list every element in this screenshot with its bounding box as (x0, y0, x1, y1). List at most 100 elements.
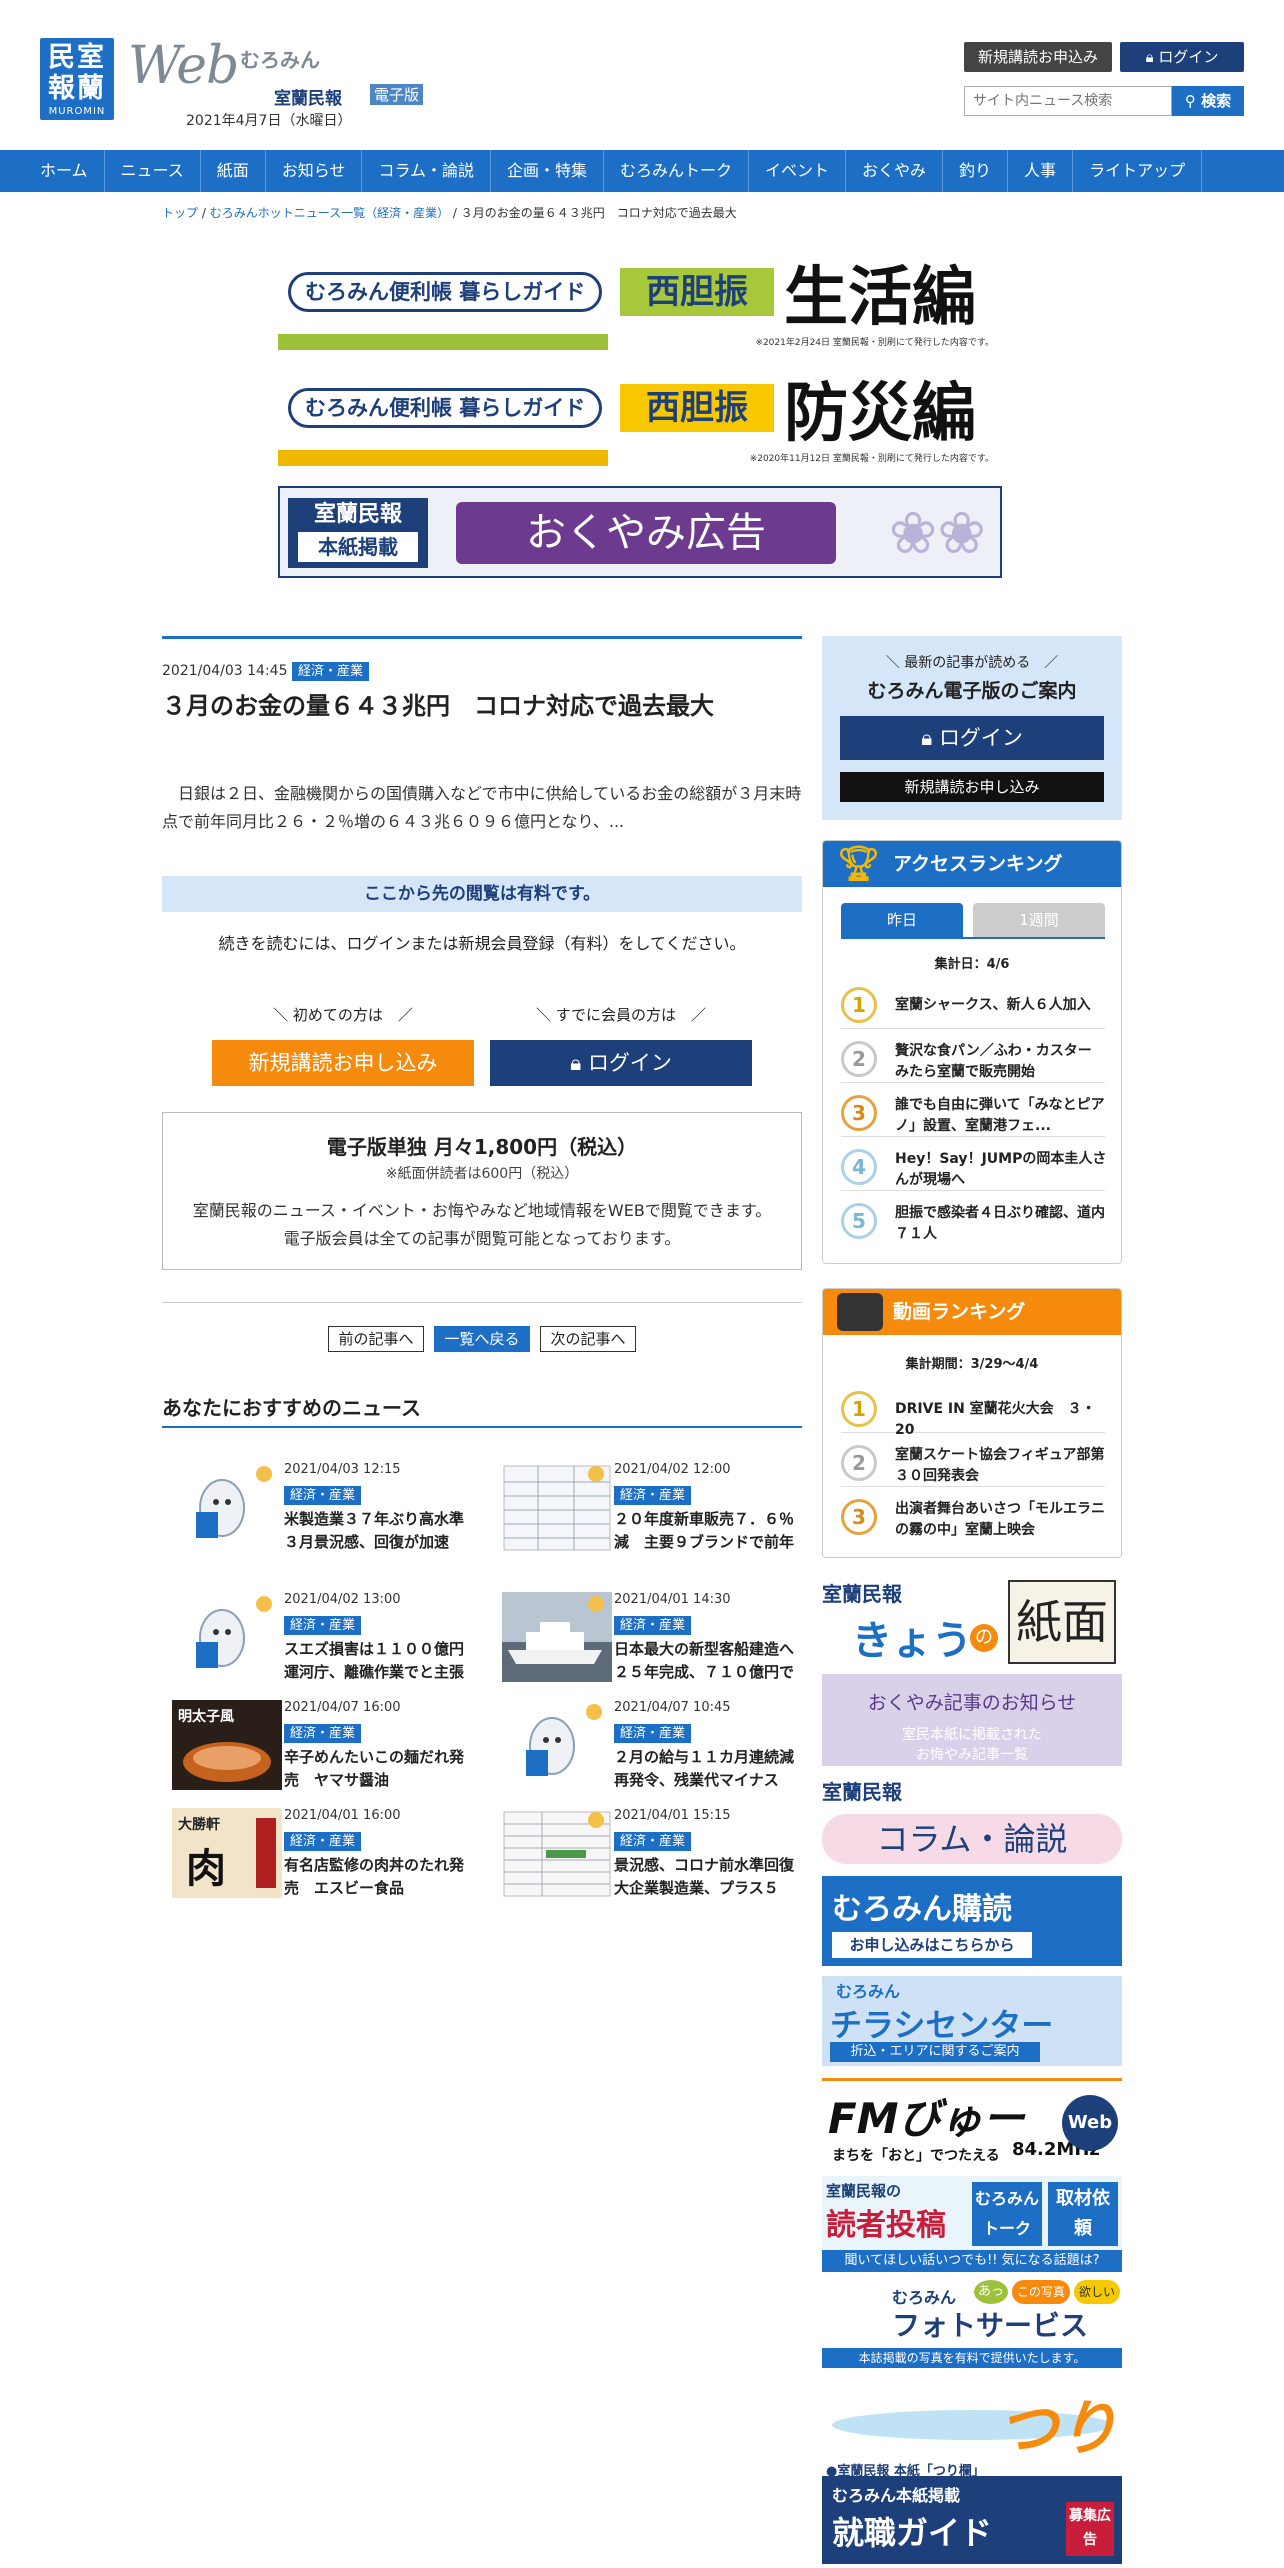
news-item[interactable]: 2021/04/01 15:15 経済・産業 景況感、コロナ前水準回復 大企業製… (492, 1808, 812, 1908)
news-item[interactable]: 大勝軒 肉 2021/04/01 16:00 経済・産業 有名店監修の肉丼のたれ… (162, 1808, 482, 1908)
news-item[interactable]: 2021/04/03 12:15 経済・産業 米製造業３７年ぶり高水準 ３月景況… (162, 1462, 482, 1562)
next-article-button[interactable]: 次の記事へ (540, 1326, 636, 1352)
news-date: 2021/04/07 10:45 (614, 1700, 731, 1715)
ranking-row[interactable]: 2 室蘭スケート協会フィギュア部第３０回発表会 (841, 1441, 1105, 1487)
news-date: 2021/04/01 16:00 (284, 1808, 401, 1823)
column-banner[interactable]: 室蘭民報 コラム・論説 (822, 1776, 1122, 1868)
ranking-row[interactable]: 3 出演者舞台あいさつ「モルエラニの霧の中」室蘭上映会 (841, 1495, 1105, 1541)
nav-item-notice[interactable]: お知らせ (266, 150, 363, 192)
banner-disaster-guide[interactable]: むろみん便利帳 暮らしガイド 西胆振 防災編 ※2020年11月12日 室蘭民報… (278, 374, 1002, 466)
news-title[interactable]: 辛子めんたいこの麺だれ発売 ヤマサ醤油 (284, 1746, 474, 1792)
access-ranking-period: 集計日：4/6 (934, 957, 1010, 972)
subscribe-button[interactable]: 新規講読お申込み (964, 42, 1112, 72)
fm-radio-banner[interactable]: FMびゅー まちを「おと」でつたえる 84.2MHz Web (822, 2078, 1122, 2168)
ranking-row[interactable]: 4 Hey！Say！JUMPの岡本圭人さんが現場へ (841, 1145, 1107, 1191)
news-category[interactable]: 経済・産業 (614, 1616, 692, 1635)
subscription-banner[interactable]: むろみん購読 お申し込みはこちらから (822, 1876, 1122, 1966)
site-logo[interactable]: 民室報蘭 MUROMIN (40, 38, 114, 120)
reader-post-banner[interactable]: 室蘭民報の 読者投稿 むろみんトーク 取材依頼 聞いてほしい話いつでも!! 気に… (822, 2176, 1122, 2272)
web-logo[interactable]: Web (128, 36, 239, 96)
koudoku-banner-main: むろみん購読 (832, 1892, 1012, 1927)
banner-condolence-ad[interactable]: 室蘭民報 本紙掲載 おくやみ広告 ❀❀ (278, 486, 1002, 578)
nav-item-lightup[interactable]: ライトアップ (1073, 150, 1203, 192)
news-title[interactable]: 日本最大の新型客船建造へ ２５年完成、７１０億円で (614, 1638, 804, 1684)
breadcrumb-category[interactable]: むろみんホットニュース一覧（経済・産業） (210, 206, 449, 220)
paywall-login-label: ログイン (587, 1051, 672, 1075)
tab-week[interactable]: 1週間 (973, 903, 1105, 937)
photo-banner-main: フォトサービス (892, 2309, 1089, 2342)
job-guide-banner[interactable]: むろみん本紙掲載 就職ガイド 募集広告 (822, 2476, 1122, 2564)
nav-item-home[interactable]: ホーム (24, 150, 105, 192)
nav-item-news[interactable]: ニュース (105, 150, 201, 192)
ranking-row[interactable]: 1 DRIVE IN 室蘭花火大会 ３・20 (841, 1387, 1105, 1438)
sidebar-login-label: ログイン (938, 726, 1023, 750)
ranking-title[interactable]: 室蘭スケート協会フィギュア部第３０回発表会 (895, 1445, 1107, 1487)
ranking-title[interactable]: Hey！Say！JUMPの岡本圭人さんが現場へ (895, 1149, 1107, 1191)
ranking-title[interactable]: 誰でも自由に弾いて「みなとピアノ」設置、室蘭港フェ... (895, 1095, 1107, 1137)
news-category[interactable]: 経済・産業 (614, 1486, 692, 1505)
news-title[interactable]: スエズ損害は１１００億円 運河庁、離礁作業でと主張 (284, 1638, 474, 1684)
condolence-main: おくやみ広告 (456, 502, 836, 564)
lock-icon: 🔒︎ (921, 726, 933, 750)
ranking-title[interactable]: DRIVE IN 室蘭花火大会 ３・20 (895, 1399, 1107, 1441)
news-category[interactable]: 経済・産業 (284, 1486, 362, 1505)
member-label: ＼ すでに会員の方は ／ (536, 1006, 706, 1024)
paywall-login-button[interactable]: 🔒︎ ログイン (490, 1040, 752, 1086)
condolence-notice-banner[interactable]: おくやみ記事のお知らせ 室民本紙に掲載された お悔やみ記事一覧 (822, 1674, 1122, 1766)
news-item[interactable]: 2021/04/02 13:00 経済・産業 スエズ損害は１１００億円 運河庁、… (162, 1592, 482, 1692)
news-title[interactable]: ２月の給与１１カ月連続減 再発令、残業代マイナス (614, 1746, 804, 1792)
condolence-left-block: 室蘭民報 本紙掲載 (288, 498, 428, 568)
news-item[interactable]: 2021/04/02 12:00 経済・産業 ２０年度新車販売７．６％減 主要９… (492, 1462, 812, 1562)
news-title[interactable]: 米製造業３７年ぶり高水準 ３月景況感、回復が加速 (284, 1508, 474, 1554)
news-title[interactable]: 有名店監修の肉丼のたれ発売 エスビー食品 (284, 1854, 474, 1900)
article-category-badge[interactable]: 経済・産業 (291, 662, 369, 681)
search-button[interactable]: ⚲ 検索 (1172, 86, 1244, 116)
news-item[interactable]: 2021/04/01 14:30 経済・産業 日本最大の新型客船建造へ ２５年完… (492, 1592, 812, 1692)
prev-article-button[interactable]: 前の記事へ (328, 1326, 424, 1352)
nav-item-feature[interactable]: 企画・特集 (491, 150, 604, 192)
skyline-graphic (278, 450, 608, 466)
breadcrumb-top[interactable]: トップ (162, 206, 198, 220)
flyer-center-banner[interactable]: むろみん チラシセンター 折込・エリアに関するご案内 (822, 1976, 1122, 2066)
nav-item-paper[interactable]: 紙面 (201, 150, 266, 192)
ranking-row[interactable]: 5 胆振で感染者４日ぶり確認、道内７１人 (841, 1199, 1105, 1245)
rank-3-medal-icon: 3 (841, 1499, 877, 1535)
news-category[interactable]: 経済・産業 (614, 1724, 692, 1743)
fishing-banner[interactable]: つり ●室蘭民報 本紙「つり欄」 (822, 2380, 1122, 2480)
news-title[interactable]: ２０年度新車販売７．６％減 主要９ブランドで前年割れ (614, 1508, 804, 1554)
lock-icon: 🔒︎ (1145, 48, 1154, 66)
nav-item-personnel[interactable]: 人事 (1008, 150, 1074, 192)
sidebar-login-button[interactable]: 🔒︎ ログイン (840, 716, 1104, 760)
news-category[interactable]: 経済・産業 (614, 1832, 692, 1851)
nav-item-column[interactable]: コラム・論説 (362, 150, 491, 192)
photo-service-banner[interactable]: むろみん フォトサービス あっ この写真 欲しい 本誌掲載の写真を有料で提供いた… (822, 2280, 1122, 2370)
news-category[interactable]: 経済・産業 (284, 1724, 362, 1743)
article-top-rule (162, 636, 802, 639)
nav-item-fishing[interactable]: 釣り (943, 150, 1009, 192)
price-description: 室蘭民報のニュース・イベント・お悔やみなど地域情報をWEBで閲覧できます。 電子… (163, 1197, 801, 1253)
tab-yesterday[interactable]: 昨日 (841, 903, 963, 937)
ranking-title[interactable]: 贅沢な食パン／ふわ・カスター みたら室蘭で販売開始 (895, 1041, 1107, 1083)
todays-paper-banner[interactable]: 室蘭民報 きょう の 紙面 (822, 1576, 1122, 1670)
news-category[interactable]: 経済・産業 (284, 1616, 362, 1635)
sidebar-subscribe-button[interactable]: 新規講読お申し込み (840, 772, 1104, 802)
paywall-subscribe-button[interactable]: 新規講読お申し込み (212, 1040, 474, 1086)
nav-item-condolence[interactable]: おくやみ (846, 150, 944, 192)
login-button[interactable]: 🔒︎ ログイン (1120, 42, 1244, 72)
nav-item-event[interactable]: イベント (749, 150, 847, 192)
news-item[interactable]: 2021/04/07 10:45 経済・産業 ２月の給与１１カ月連続減 再発令、… (492, 1700, 812, 1800)
ranking-row[interactable]: 2 贅沢な食パン／ふわ・カスター みたら室蘭で販売開始 (841, 1037, 1107, 1083)
back-to-list-button[interactable]: 一覧へ戻る (434, 1326, 530, 1352)
nav-item-talk[interactable]: むろみんトーク (604, 150, 749, 192)
news-item[interactable]: 明太子風 2021/04/07 16:00 経済・産業 辛子めんたいこの麺だれ発… (162, 1700, 482, 1800)
ranking-title[interactable]: 出演者舞台あいさつ「モルエラニの霧の中」室蘭上映会 (895, 1499, 1107, 1541)
news-title[interactable]: 景況感、コロナ前水準回復 大企業製造業、プラス５ (614, 1854, 804, 1900)
news-date: 2021/04/02 12:00 (614, 1462, 731, 1477)
ranking-title[interactable]: 室蘭シャークス、新人６人加入 (895, 995, 1107, 1016)
ranking-row[interactable]: 1 室蘭シャークス、新人６人加入 (841, 983, 1105, 1029)
search-input[interactable] (964, 86, 1172, 116)
ranking-row[interactable]: 3 誰でも自由に弾いて「みなとピアノ」設置、室蘭港フェ... (841, 1091, 1105, 1137)
ranking-title[interactable]: 胆振で感染者４日ぶり確認、道内７１人 (895, 1203, 1107, 1245)
news-category[interactable]: 経済・産業 (284, 1832, 362, 1851)
banner-life-guide[interactable]: むろみん便利帳 暮らしガイド 西胆振 生活編 ※2021年2月24日 室蘭民報・… (278, 258, 1002, 350)
